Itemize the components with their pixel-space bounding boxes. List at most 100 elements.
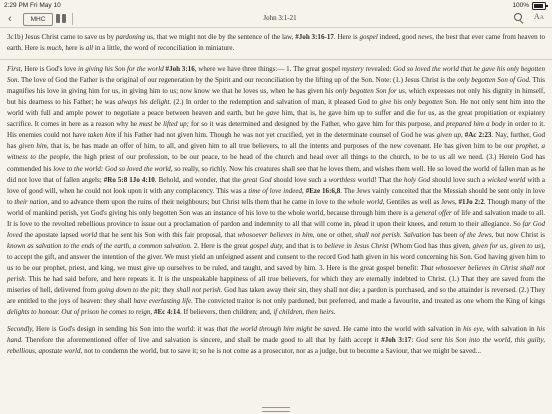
scripture-reference-link[interactable]: #Ro 5:8 1Jo 4:10	[104, 176, 155, 184]
emphasized-text: general offer	[414, 208, 452, 217]
emphasized-text: believe in Jesus Christ	[324, 241, 389, 250]
body-text: . Behold, and wonder, that the	[154, 175, 243, 184]
battery-percent: 100%	[512, 2, 529, 10]
emphasized-text: holy God	[403, 175, 431, 184]
body-text: in a little, the word of reconciliation …	[93, 44, 235, 53]
body-text: has been	[430, 230, 460, 239]
body-text: Here is God's love	[22, 65, 78, 74]
commentary-paragraph: 3c1b) Jesus Christ came to save us by pa…	[0, 29, 552, 54]
emphasized-text: great God	[242, 175, 272, 184]
body-text: Therefore the aforementioned offer of li…	[22, 336, 382, 345]
body-text: . If believers, then children; and,	[179, 308, 274, 317]
emphasized-text: given him,	[18, 142, 49, 151]
emphasized-text: always his delight.	[117, 98, 172, 107]
emphasized-text: gave	[266, 109, 280, 118]
library-icon-page-left	[56, 14, 60, 23]
body-text: The convicted traitor is not only pardon…	[192, 297, 545, 306]
emphasized-text: known as salvation to the ends of the ea…	[7, 241, 192, 250]
search-icon-handle	[519, 20, 524, 24]
scripture-reference-link[interactable]: #1Jo 2:2	[459, 198, 484, 206]
scroll-grabber[interactable]	[262, 407, 290, 412]
body-text: Gentiles as well as Jews,	[384, 197, 459, 206]
body-text: should love such a	[271, 175, 329, 184]
emphasized-text: gospel	[359, 33, 378, 41]
body-text: for so it was determined and designed by…	[189, 120, 447, 129]
emphasized-text: worthless	[328, 175, 356, 184]
library-icon-page-right	[62, 14, 66, 23]
scripture-reference-link[interactable]: #Joh 3:17	[381, 336, 411, 344]
body-text: Here is God's design in sending his Son …	[33, 325, 217, 334]
scripture-reference-link[interactable]: #Joh 3:16-17	[295, 33, 334, 41]
body-text: (Whom God has thus given,	[388, 241, 473, 250]
battery-fill	[534, 4, 543, 8]
body-text: He came into the world with salvation in	[340, 325, 464, 334]
emphasized-text: gospel duty,	[249, 241, 284, 250]
emphasized-text: in giving his Son for the world	[77, 65, 164, 74]
emphasized-text: have everlasting life.	[133, 297, 193, 306]
emphasized-text: given for us, given to us	[472, 241, 541, 250]
emphasized-text: love to the world:	[53, 164, 104, 173]
body-text: should love such a	[430, 175, 488, 184]
emphasized-text: delights to honour. Out of prison he com…	[7, 308, 153, 317]
body-text: , here is	[61, 44, 86, 53]
emphasized-text: time of love indeed,	[248, 186, 304, 195]
body-text: 3c1b) Jesus Christ came to save us by	[7, 33, 116, 41]
battery-icon	[532, 2, 548, 10]
body-text: revealed:	[363, 65, 394, 74]
search-icon[interactable]	[514, 13, 524, 24]
body-text: that he sent his Son with this fair prop…	[97, 230, 238, 239]
module-button[interactable]: MHC	[23, 13, 53, 26]
emphasized-text: given up,	[436, 131, 463, 140]
body-text: (2.) In order to the redemption and salv…	[171, 98, 380, 107]
library-icon[interactable]	[56, 13, 67, 24]
emphasized-text: their nation,	[14, 197, 50, 206]
toolbar-divider	[72, 13, 73, 25]
body-text: one or other,	[314, 230, 356, 239]
emphasized-text: must be lifted up;	[139, 120, 190, 129]
body-text: if his Father had not given him. Though …	[115, 131, 437, 140]
text-size-icon[interactable]: AA	[534, 12, 544, 21]
body-text: 2. Here is the great	[191, 241, 250, 250]
text-size-small: A	[539, 15, 544, 21]
toolbar: ‹ MHC John 3:1-21 AA	[0, 11, 552, 28]
passage-reference[interactable]: John 3:1-21	[230, 14, 330, 22]
emphasized-text: if children, then heirs.	[273, 308, 336, 317]
emphasized-text: mystery	[341, 65, 364, 74]
scripture-reference-link[interactable]: #Joh 3:16	[166, 65, 195, 73]
emphasized-text: of the Jews,	[459, 230, 494, 239]
body-text: The love of God the Father is the origin…	[19, 76, 458, 85]
emphasized-text: wicked world	[487, 175, 526, 184]
time-date: 2:29 PM Fri May 10	[4, 2, 61, 9]
scripture-reference-link[interactable]: #Ac 2:23	[465, 131, 492, 139]
commentary-content[interactable]: 3c1b) Jesus Christ came to save us by pa…	[0, 29, 552, 409]
body-text: . Here is	[333, 33, 360, 41]
emphasized-text: only begotten Son for us,	[335, 87, 407, 96]
back-chevron-icon[interactable]: ‹	[8, 12, 12, 26]
body-text: they	[160, 286, 177, 295]
status-right: 100%	[512, 2, 548, 10]
emphasized-text: First,	[7, 65, 23, 74]
commentary-paragraph: First, Here is God's love in giving his …	[0, 64, 552, 318]
emphasized-text: that the world through him might be save…	[216, 325, 341, 334]
emphasized-text: shall not perish.	[176, 286, 223, 295]
emphasized-text: news	[417, 33, 433, 41]
body-text: , not to condemn the world, but to save …	[80, 347, 481, 356]
body-text: with salvation in	[484, 325, 537, 334]
emphasized-text: shall not perish.	[355, 230, 402, 239]
emphasized-text: give his only begotten	[379, 98, 443, 107]
status-bar: 2:29 PM Fri May 10 100%	[0, 0, 552, 11]
body-text: indeed, good	[377, 33, 418, 41]
emphasized-text: only begotten Son of God.	[457, 76, 531, 85]
emphasized-text: all	[85, 44, 94, 53]
emphasized-text: prepared him a body	[446, 120, 506, 129]
scripture-reference-link[interactable]: #Eze 16:6,8	[306, 187, 341, 195]
emphasized-text: Salvation	[403, 230, 431, 239]
body-text: that is, he has made an offer of him, to…	[48, 142, 516, 151]
emphasized-text: whosoever believes in him,	[237, 230, 315, 239]
emphasized-text: much	[46, 44, 62, 53]
body-text: and that is to	[283, 241, 325, 250]
body-text: the apostate lapsed	[22, 230, 81, 239]
scripture-reference-link[interactable]: #Ec 4:14	[154, 308, 180, 316]
emphasized-text: going down to the pit;	[97, 286, 161, 295]
emphasized-text: world	[80, 230, 98, 239]
